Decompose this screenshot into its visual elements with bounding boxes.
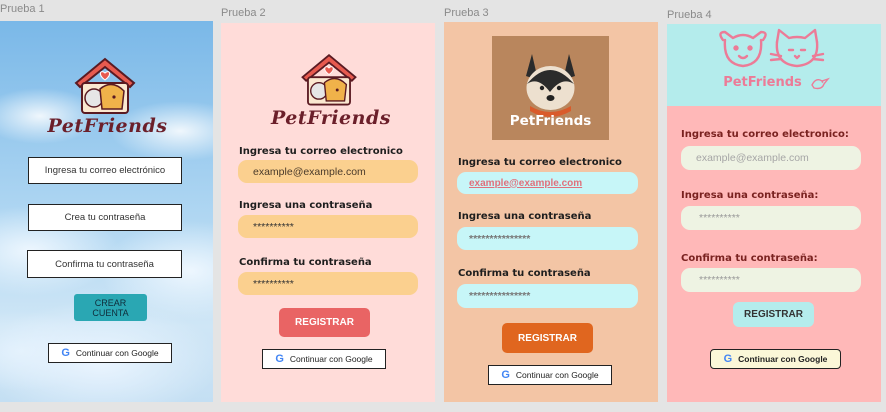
email-label: Ingresa tu correo electronico xyxy=(458,157,622,168)
create-account-button[interactable]: CREAR CUENTA xyxy=(74,294,147,321)
password-input[interactable]: ********** xyxy=(238,215,418,238)
google-icon: G xyxy=(723,353,733,365)
register-button[interactable]: REGISTRAR xyxy=(502,323,593,353)
frame-label-4[interactable]: Prueba 4 xyxy=(667,9,712,21)
password-input[interactable]: ********** xyxy=(681,206,861,230)
frame-prueba-4: PetFriends Ingresa tu correo electronico… xyxy=(667,24,881,402)
register-button[interactable]: REGISTRAR xyxy=(733,302,814,327)
google-icon: G xyxy=(61,347,70,359)
email-input[interactable]: example@example.com xyxy=(457,172,638,194)
password-label: Ingresa una contraseña xyxy=(239,200,373,211)
google-signin-label: Continuar con Google xyxy=(75,348,159,358)
confirm-password-input[interactable]: *************** xyxy=(457,284,638,308)
frame-prueba-1: PetFriends Ingresa tu correo electrónico… xyxy=(0,21,213,402)
header-banner: PetFriends xyxy=(667,24,881,106)
logo-wordmark: PetFriends xyxy=(47,115,168,137)
register-button[interactable]: REGISTRAR xyxy=(279,308,370,337)
frame-label-1[interactable]: Prueba 1 xyxy=(0,3,45,15)
google-icon: G xyxy=(501,369,510,381)
email-input[interactable]: Ingresa tu correo electrónico xyxy=(28,157,182,184)
google-signin-label: Continuar con Google xyxy=(515,370,599,380)
frame-prueba-3: PetFriends Ingresa tu correo electronico… xyxy=(444,22,658,402)
password-label: Ingresa una contraseña: xyxy=(681,190,819,201)
email-input[interactable]: example@example.com xyxy=(681,146,861,170)
google-signin-button[interactable]: G Continuar con Google xyxy=(488,365,612,385)
register-label: REGISTRAR xyxy=(744,309,803,320)
google-signin-button[interactable]: G Continuar con Google xyxy=(262,349,386,369)
confirm-password-input[interactable]: ********** xyxy=(238,272,418,295)
google-signin-label: Continuar con Google xyxy=(738,354,828,364)
password-input[interactable]: Crea tu contraseña xyxy=(28,204,182,231)
password-label: Ingresa una contraseña xyxy=(458,211,592,222)
confirm-password-label: Confirma tu contraseña xyxy=(239,257,372,268)
email-input[interactable]: example@example.com xyxy=(238,160,418,183)
google-signin-label: Continuar con Google xyxy=(289,354,373,364)
petfriends-logo xyxy=(70,53,140,117)
confirm-password-label: Confirma tu contraseña: xyxy=(681,253,818,264)
logo-wordmark: PetFriends xyxy=(271,107,391,129)
frame-label-2[interactable]: Prueba 2 xyxy=(221,7,266,19)
pet-house-icon xyxy=(74,57,136,114)
register-label: REGISTRAR xyxy=(518,332,577,344)
frame-label-3[interactable]: Prueba 3 xyxy=(444,7,489,19)
logo-wordmark: PetFriends xyxy=(723,75,802,90)
confirm-password-input[interactable]: ********** xyxy=(681,268,861,292)
pet-house-icon xyxy=(301,54,357,106)
bird-icon xyxy=(811,77,830,90)
google-signin-button[interactable]: G Continuar con Google xyxy=(48,343,172,363)
dog-cat-icon xyxy=(719,28,825,68)
email-label: Ingresa tu correo electronico xyxy=(239,146,403,157)
frame-prueba-2: PetFriends Ingresa tu correo electronico… xyxy=(221,23,435,402)
register-label: REGISTRAR xyxy=(295,317,354,328)
logo-wordmark: PetFriends xyxy=(509,113,592,129)
petfriends-logo xyxy=(297,49,361,109)
confirm-password-input[interactable]: Confirma tu contraseña xyxy=(27,250,182,278)
petfriends-logo: PetFriends xyxy=(492,36,609,140)
google-signin-button[interactable]: G Continuar con Google xyxy=(710,349,841,369)
email-label: Ingresa tu correo electronico: xyxy=(681,129,849,140)
password-input[interactable]: *************** xyxy=(457,227,638,250)
google-icon: G xyxy=(275,353,284,365)
confirm-password-label: Confirma tu contraseña xyxy=(458,268,591,279)
create-account-label: CREAR CUENTA xyxy=(92,297,129,318)
